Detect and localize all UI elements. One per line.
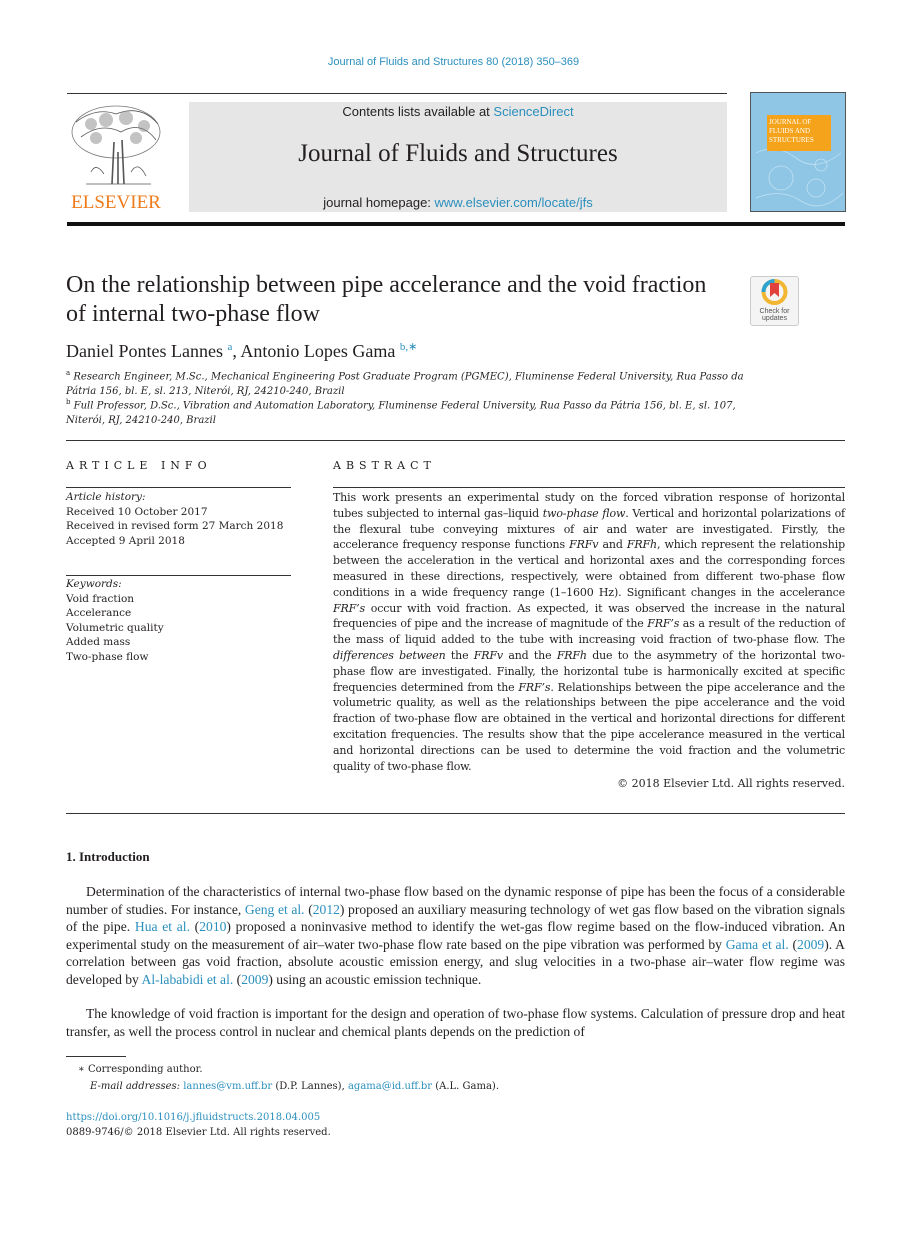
cover-pattern-icon — [755, 148, 844, 207]
affiliation-text: Full Professor, D.Sc., Vibration and Aut… — [66, 400, 736, 427]
keyword-item[interactable]: Volumetric quality — [66, 621, 296, 636]
contents-prefix: Contents lists available at — [342, 104, 494, 119]
article-info-rule — [66, 487, 291, 488]
keyword-item[interactable]: Two-phase flow — [66, 650, 296, 665]
text-fragment: ( — [189, 919, 200, 934]
journal-banner: Contents lists available at ScienceDirec… — [189, 102, 727, 212]
article-title: On the relationship between pipe acceler… — [66, 272, 707, 327]
text-fragment: The knowledge of void fraction is import… — [66, 1006, 845, 1039]
corresponding-author-note: ∗ Corresponding author. — [78, 1064, 203, 1075]
header-top-rule — [67, 93, 727, 94]
abstract-fragment-italic: two-phase flow — [542, 506, 626, 520]
affiliation-b: b Full Professor, D.Sc., Vibration and A… — [66, 395, 746, 428]
abstract-fragment-italic: differences between — [333, 648, 446, 662]
abstract-heading: ABSTRACT — [333, 459, 436, 472]
check-updates-icon — [761, 279, 788, 305]
article-history: Article history: Received 10 October 201… — [66, 490, 296, 548]
abstract-rule — [333, 487, 845, 488]
footnote-rule — [66, 1056, 126, 1057]
abstract-fragment-italic: FRF’s — [518, 680, 551, 694]
elsevier-logo[interactable]: ELSEVIER — [66, 102, 166, 214]
issn-copyright: 0889-9746/© 2018 Elsevier Ltd. All right… — [66, 1127, 331, 1138]
citation-year-link[interactable]: 2010 — [199, 919, 226, 934]
sciencedirect-link[interactable]: ScienceDirect — [493, 104, 573, 119]
citation-link[interactable]: Geng et al. — [245, 902, 305, 917]
section-divider — [66, 813, 845, 814]
history-label: Article history: — [66, 491, 146, 503]
abstract-fragment-italic: FRFv — [569, 538, 599, 552]
history-item: Accepted 9 April 2018 — [66, 534, 185, 547]
author-list: Daniel Pontes Lannes a, Antonio Lopes Ga… — [66, 340, 417, 362]
section-divider — [66, 440, 845, 441]
homepage-prefix: journal homepage: — [323, 195, 435, 210]
homepage-link[interactable]: www.elsevier.com/locate/jfs — [435, 195, 593, 210]
abstract-fragment-italic: FRF’s — [647, 617, 680, 631]
header-bottom-rule — [67, 222, 845, 226]
citation-link[interactable]: Al-lababidi et al. — [142, 972, 234, 987]
citation-link[interactable]: Hua et al. — [135, 919, 190, 934]
email-link-lannes[interactable]: lannes@vm.uff.br — [183, 1081, 272, 1092]
journal-cover-image[interactable]: JOURNAL OF FLUIDS AND STRUCTURES — [750, 92, 846, 212]
history-item: Received 10 October 2017 — [66, 505, 208, 518]
abstract-fragment-italic: FRFh — [626, 538, 657, 552]
citation-year-link[interactable]: 2012 — [313, 902, 340, 917]
journal-title: Journal of Fluids and Structures — [298, 140, 618, 167]
introduction-heading: 1. Introduction — [66, 849, 150, 864]
journal-reference-link[interactable]: Journal of Fluids and Structures 80 (201… — [0, 56, 907, 68]
publisher-name: ELSEVIER — [71, 192, 161, 213]
text-fragment: ) using an acoustic emission technique. — [268, 971, 482, 987]
keyword-item[interactable]: Accelerance — [66, 606, 296, 621]
email-owner: (A.L. Gama). — [432, 1081, 500, 1092]
intro-paragraph-2: The knowledge of void fraction is import… — [66, 1005, 845, 1040]
article-info-heading: ARTICLE INFO — [66, 459, 212, 472]
abstract-fragment-italic: FRFv — [473, 648, 503, 662]
abstract-copyright: © 2018 Elsevier Ltd. All rights reserved… — [617, 777, 845, 790]
check-updates-label: Check for updates — [759, 308, 790, 322]
affiliation-text: Research Engineer, M.Sc., Mechanical Eng… — [66, 371, 744, 398]
citation-link[interactable]: Gama et al. — [726, 937, 789, 952]
text-fragment: ( — [304, 901, 313, 917]
citation-year-link[interactable]: 2009 — [797, 937, 824, 952]
abstract-fragment: and — [598, 538, 627, 552]
doi-link[interactable]: https://doi.org/10.1016/j.jfluidstructs.… — [66, 1112, 320, 1123]
history-item: Received in revised form 27 March 2018 — [66, 520, 284, 532]
email-label: E-mail addresses: — [90, 1081, 181, 1092]
affiliation-marker: a — [66, 369, 71, 377]
intro-paragraph-1: Determination of the characteristics of … — [66, 883, 845, 988]
abstract-fragment: . Relationships between the pipe acceler… — [333, 680, 845, 773]
author-name[interactable]: Daniel Pontes Lannes — [66, 341, 223, 361]
abstract-fragment-italic: FRFh — [556, 648, 587, 662]
homepage-line: journal homepage: www.elsevier.com/locat… — [189, 195, 727, 210]
keywords: Keywords: Void fraction Accelerance Volu… — [66, 577, 296, 664]
author-name[interactable]: Antonio Lopes Gama — [240, 341, 395, 361]
email-owner: (D.P. Lannes), — [272, 1081, 348, 1092]
corresponding-label: Corresponding author. — [87, 1064, 203, 1075]
contents-line: Contents lists available at ScienceDirec… — [189, 104, 727, 119]
affiliation-marker: b — [66, 398, 71, 406]
citation-year-link[interactable]: 2009 — [241, 972, 268, 987]
keywords-rule — [66, 575, 291, 576]
cover-label: JOURNAL OF FLUIDS AND STRUCTURES — [767, 115, 831, 151]
keywords-label: Keywords: — [66, 578, 122, 590]
text-fragment: ( — [788, 936, 798, 952]
author-affiliation-marker[interactable]: b,∗ — [400, 341, 417, 353]
abstract-text: This work presents an experimental study… — [333, 490, 845, 774]
email-note: E-mail addresses: lannes@vm.uff.br (D.P.… — [90, 1081, 499, 1092]
tree-icon — [71, 105, 161, 185]
email-link-gama[interactable]: agama@id.uff.br — [348, 1081, 432, 1092]
check-for-updates-button[interactable]: Check for updates — [750, 276, 799, 326]
abstract-fragment: the — [445, 648, 474, 662]
abstract-fragment-italic: FRF’s — [333, 601, 365, 615]
keyword-item[interactable]: Added mass — [66, 635, 296, 650]
keyword-item[interactable]: Void fraction — [66, 592, 296, 607]
abstract-fragment: and the — [502, 648, 557, 662]
star-marker: ∗ — [78, 1064, 85, 1075]
text-fragment: ( — [233, 971, 242, 987]
